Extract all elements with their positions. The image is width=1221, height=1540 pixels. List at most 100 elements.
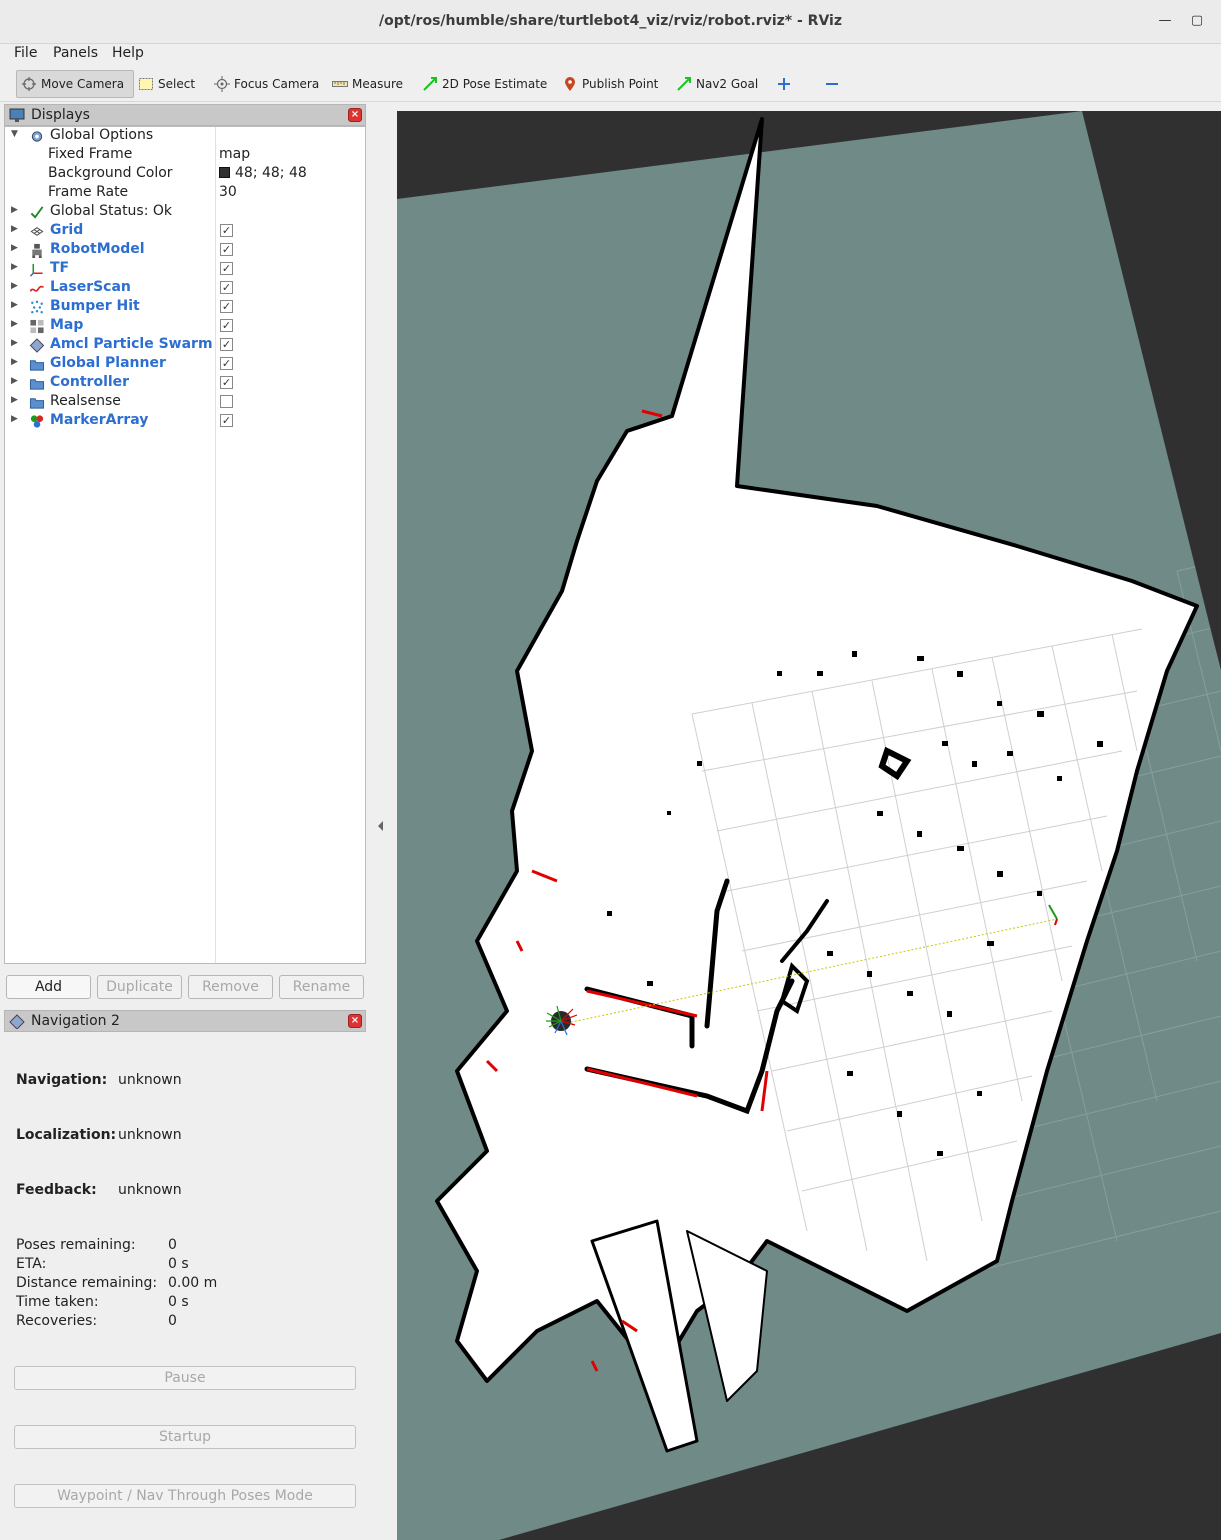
expand-right-icon[interactable]: ▶ — [11, 300, 18, 310]
amcl-checkbox[interactable]: ✓ — [220, 338, 233, 351]
expand-right-icon[interactable]: ▶ — [11, 224, 18, 234]
tree-row-fixed-frame[interactable]: Fixed Frame map — [5, 146, 365, 165]
add-button[interactable]: Add — [6, 975, 91, 999]
background-color-value[interactable]: 48; 48; 48 — [219, 165, 307, 181]
nav2-goal-label: Nav2 Goal — [696, 77, 759, 91]
select-label: Select — [158, 77, 196, 91]
pose-estimate-button[interactable]: 2D Pose Estimate — [418, 70, 551, 98]
waypoint-mode-button[interactable]: Waypoint / Nav Through Poses Mode — [14, 1484, 356, 1508]
expand-right-icon[interactable]: ▶ — [11, 281, 18, 291]
measure-button[interactable]: Measure — [328, 70, 407, 98]
recoveries-value: 0 — [168, 1313, 177, 1329]
nav2-goal-button[interactable]: Nav2 Goal — [672, 70, 762, 98]
navigation-panel-title: Navigation 2 — [31, 1013, 120, 1029]
pause-button[interactable]: Pause — [14, 1366, 356, 1390]
tree-row-frame-rate[interactable]: Frame Rate 30 — [5, 184, 365, 203]
tree-row-global-options[interactable]: ▼ Global Options — [5, 127, 365, 146]
green-arrow-icon — [676, 76, 692, 92]
render-viewport[interactable] — [397, 111, 1221, 1540]
background-color-label: Background Color — [48, 165, 173, 181]
title-bar: /opt/ros/humble/share/turtlebot4_viz/rvi… — [0, 0, 1221, 44]
map-icon — [30, 319, 44, 334]
expand-down-icon[interactable]: ▼ — [11, 129, 18, 139]
grid-checkbox[interactable]: ✓ — [220, 224, 233, 237]
grid-icon — [30, 227, 44, 236]
tree-row-grid[interactable]: ▶ Grid ✓ — [5, 222, 365, 241]
time-taken-label: Time taken: — [16, 1294, 99, 1310]
select-button[interactable]: Select — [134, 70, 199, 98]
poses-remaining-value: 0 — [168, 1237, 177, 1253]
remove-button[interactable]: Remove — [188, 975, 273, 999]
toolbar: Move Camera Select Focus Camera Measure … — [0, 66, 1221, 102]
robotmodel-checkbox[interactable]: ✓ — [220, 243, 233, 256]
navigation-status-label: Navigation: — [16, 1072, 108, 1088]
duplicate-button[interactable]: Duplicate — [97, 975, 182, 999]
fixed-frame-value[interactable]: map — [219, 146, 250, 162]
realsense-checkbox[interactable] — [220, 395, 233, 408]
close-icon[interactable]: × — [348, 1014, 362, 1028]
global-planner-checkbox[interactable]: ✓ — [220, 357, 233, 370]
expand-right-icon[interactable]: ▶ — [11, 205, 18, 215]
expand-right-icon[interactable]: ▶ — [11, 243, 18, 253]
distance-remaining-value: 0.00 m — [168, 1275, 218, 1291]
menu-help[interactable]: Help — [112, 45, 144, 61]
robot-icon — [32, 243, 42, 258]
bumper-hit-checkbox[interactable]: ✓ — [220, 300, 233, 313]
tree-row-controller[interactable]: ▶ Controller ✓ — [5, 374, 365, 393]
laserscan-label: LaserScan — [50, 279, 131, 295]
focus-camera-button[interactable]: Focus Camera — [210, 70, 323, 98]
tree-row-robotmodel[interactable]: ▶ RobotModel ✓ — [5, 241, 365, 260]
expand-right-icon[interactable]: ▶ — [11, 357, 18, 367]
monitor-icon — [9, 108, 25, 122]
color-swatch — [219, 167, 230, 178]
pose-estimate-label: 2D Pose Estimate — [442, 77, 548, 91]
menu-file[interactable]: File — [14, 45, 37, 61]
close-icon[interactable]: × — [348, 108, 362, 122]
startup-button[interactable]: Startup — [14, 1425, 356, 1449]
markerarray-label: MarkerArray — [50, 412, 149, 428]
tree-row-map[interactable]: ▶ Map ✓ — [5, 317, 365, 336]
displays-tree[interactable]: ▼ Global Options Fixed Frame map Backgro… — [4, 126, 366, 964]
expand-right-icon[interactable]: ▶ — [11, 395, 18, 405]
tf-checkbox[interactable]: ✓ — [220, 262, 233, 275]
background-color-text: 48; 48; 48 — [235, 165, 307, 181]
tree-row-global-status[interactable]: ▶ Global Status: Ok — [5, 203, 365, 222]
move-camera-label: Move Camera — [41, 77, 125, 91]
expand-right-icon[interactable]: ▶ — [11, 338, 18, 348]
menu-panels[interactable]: Panels — [53, 45, 98, 61]
amcl-label: Amcl Particle Swarm — [50, 336, 213, 352]
tree-row-markerarray[interactable]: ▶ MarkerArray ✓ — [5, 412, 365, 431]
collapse-left-icon[interactable] — [372, 103, 397, 1540]
expand-right-icon[interactable]: ▶ — [11, 376, 18, 386]
tree-row-tf[interactable]: ▶ TF ✓ — [5, 260, 365, 279]
tree-row-bumper-hit[interactable]: ▶ Bumper Hit ✓ — [5, 298, 365, 317]
remove-tool-button[interactable] — [820, 70, 844, 98]
checkmark-icon — [30, 206, 44, 219]
tree-row-global-planner[interactable]: ▶ Global Planner ✓ — [5, 355, 365, 374]
expand-right-icon[interactable]: ▶ — [11, 262, 18, 272]
expand-right-icon[interactable]: ▶ — [11, 319, 18, 329]
controller-checkbox[interactable]: ✓ — [220, 376, 233, 389]
markerarray-checkbox[interactable]: ✓ — [220, 414, 233, 427]
maximize-icon[interactable]: ▢ — [1190, 14, 1204, 28]
laserscan-checkbox[interactable]: ✓ — [220, 281, 233, 294]
folder-icon — [29, 398, 45, 409]
frame-rate-value[interactable]: 30 — [219, 184, 237, 200]
tree-row-laserscan[interactable]: ▶ LaserScan ✓ — [5, 279, 365, 298]
tree-row-amcl[interactable]: ▶ Amcl Particle Swarm ✓ — [5, 336, 365, 355]
map-checkbox[interactable]: ✓ — [220, 319, 233, 332]
poses-remaining-label: Poses remaining: — [16, 1237, 136, 1253]
window-title: /opt/ros/humble/share/turtlebot4_viz/rvi… — [379, 13, 842, 29]
move-camera-button[interactable]: Move Camera — [16, 70, 134, 98]
distance-remaining-label: Distance remaining: — [16, 1275, 158, 1291]
publish-point-button[interactable]: Publish Point — [558, 70, 662, 98]
tree-row-realsense[interactable]: ▶ Realsense — [5, 393, 365, 412]
map-render[interactable] — [397, 111, 1221, 1540]
rename-button[interactable]: Rename — [279, 975, 364, 999]
tree-row-background-color[interactable]: Background Color 48; 48; 48 — [5, 165, 365, 184]
add-tool-button[interactable] — [772, 70, 796, 98]
select-icon — [138, 76, 154, 92]
panel-splitter[interactable] — [372, 103, 397, 1540]
minimize-icon[interactable]: — — [1158, 14, 1172, 28]
expand-right-icon[interactable]: ▶ — [11, 414, 18, 424]
